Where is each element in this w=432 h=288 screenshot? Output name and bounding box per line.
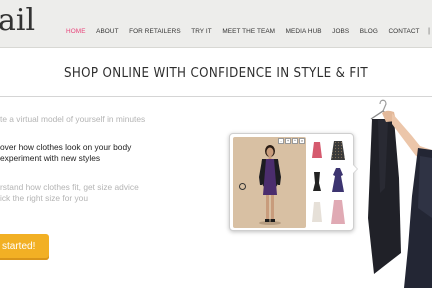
site-header: ail HOME ABOUT FOR RETAILERS TRY IT MEET… bbox=[0, 0, 432, 48]
nav-for-retailers[interactable]: FOR RETAILERS bbox=[129, 28, 181, 35]
tagline-banner: SHOP ONLINE WITH CONFIDENCE IN STYLE & F… bbox=[0, 49, 432, 97]
feature-text: te a virtual model of yourself in minute… bbox=[0, 114, 146, 124]
feature-line: rstand how clothes fit, get size advice bbox=[0, 182, 139, 192]
nav-try-it[interactable]: TRY IT bbox=[191, 28, 212, 35]
nav-home[interactable]: HOME bbox=[66, 28, 86, 35]
model-stage: - + ^ × bbox=[233, 137, 306, 228]
fitting-room-preview: - + ^ × bbox=[229, 133, 358, 231]
nav-separator: | bbox=[428, 28, 430, 35]
feature-discover-look: over how clothes look on your body exper… bbox=[0, 142, 131, 164]
hero-photo-hand-holding-dress bbox=[368, 99, 432, 288]
nav-meet-the-team[interactable]: MEET THE TEAM bbox=[222, 28, 275, 35]
nav-media-hub[interactable]: MEDIA HUB bbox=[286, 28, 322, 35]
main-nav: HOME ABOUT FOR RETAILERS TRY IT MEET THE… bbox=[66, 27, 432, 36]
nav-jobs[interactable]: JOBS bbox=[332, 28, 349, 35]
feature-understand-fit: rstand how clothes fit, get size advice … bbox=[0, 182, 139, 204]
feature-line: ick the right size for you bbox=[0, 193, 88, 203]
virtual-model-figure bbox=[259, 145, 281, 225]
hero-content: te a virtual model of yourself in minute… bbox=[0, 98, 432, 288]
nav-contact[interactable]: CONTACT bbox=[388, 28, 419, 35]
nav-about[interactable]: ABOUT bbox=[96, 28, 119, 35]
site-logo[interactable]: ail bbox=[0, 4, 35, 38]
nav-blog[interactable]: BLOG bbox=[360, 28, 378, 35]
feature-line: over how clothes look on your body bbox=[0, 142, 132, 152]
garment-thumbnails[interactable] bbox=[310, 138, 352, 228]
page-title: SHOP ONLINE WITH CONFIDENCE IN STYLE & F… bbox=[63, 65, 369, 81]
get-started-button[interactable]: started! bbox=[0, 234, 49, 260]
feature-create-model: te a virtual model of yourself in minute… bbox=[0, 114, 145, 125]
feature-line: experiment with new styles bbox=[0, 153, 101, 163]
